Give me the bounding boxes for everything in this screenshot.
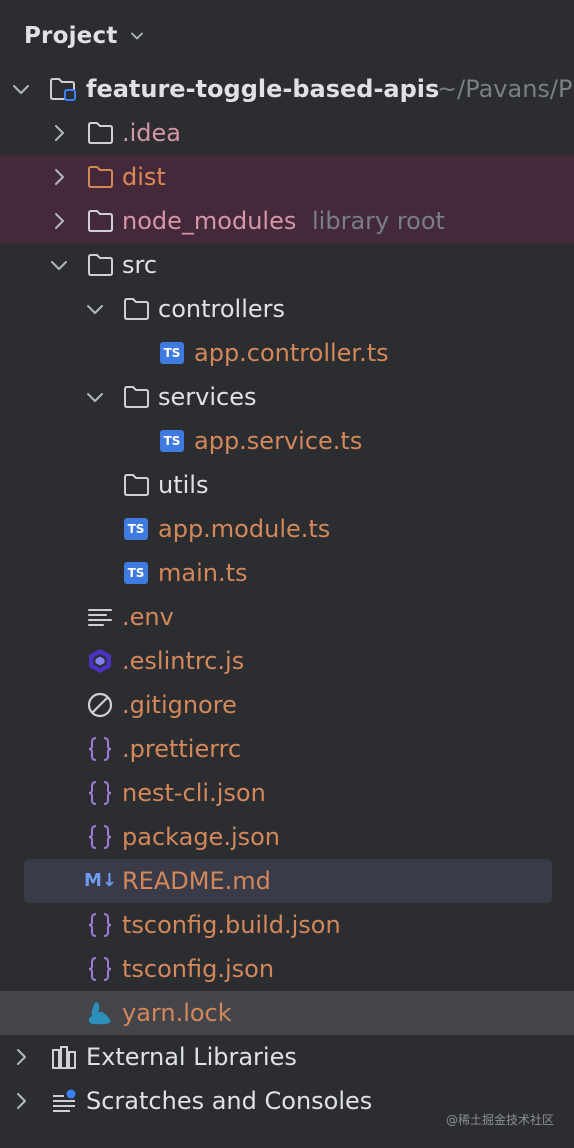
json-file-icon — [88, 913, 112, 937]
yarn-icon — [88, 1002, 111, 1025]
chevron-right-icon[interactable] — [48, 210, 70, 232]
file-name: main.ts — [158, 559, 248, 587]
tree-item-yarn-lock[interactable]: yarn.lock — [0, 991, 574, 1035]
json-file-icon — [88, 781, 112, 805]
folder-icon — [88, 122, 113, 144]
file-name: .env — [122, 603, 174, 631]
tree-item-dist[interactable]: dist — [0, 155, 574, 199]
chevron-down-icon[interactable] — [84, 386, 106, 408]
root-folder-name: feature-toggle-based-apis — [86, 75, 440, 103]
tree-item-nest-cli[interactable]: nest-cli.json — [0, 771, 574, 815]
folder-name: controllers — [158, 295, 285, 323]
markdown-file-icon: M↓ — [84, 870, 117, 891]
file-name: README.md — [122, 867, 271, 895]
tree-item-idea[interactable]: .idea — [0, 111, 574, 155]
tree-item-utils[interactable]: utils — [0, 463, 574, 507]
excluded-folder-icon — [88, 166, 113, 188]
tree-item-services[interactable]: services — [0, 375, 574, 419]
tree-item-src[interactable]: src — [0, 243, 574, 287]
chevron-down-icon — [130, 32, 143, 40]
typescript-file-icon: TS — [124, 518, 148, 540]
chevron-right-icon[interactable] — [10, 1090, 32, 1112]
tree-item-main[interactable]: TS main.ts — [0, 551, 574, 595]
node-name: Scratches and Consoles — [86, 1087, 373, 1115]
chevron-right-icon[interactable] — [10, 1046, 32, 1068]
project-view-selector[interactable]: Project — [24, 18, 144, 54]
tree-item-external-libraries[interactable]: External Libraries — [0, 1035, 574, 1079]
tree-item-app-controller[interactable]: TS app.controller.ts — [0, 331, 574, 375]
typescript-file-icon: TS — [160, 342, 184, 364]
tree-item-controllers[interactable]: controllers — [0, 287, 574, 331]
library-icon — [52, 1046, 76, 1069]
chevron-right-icon[interactable] — [48, 122, 70, 144]
tree-item-gitignore[interactable]: .gitignore — [0, 683, 574, 727]
tree-item-app-module[interactable]: TS app.module.ts — [0, 507, 574, 551]
folder-name: src — [122, 251, 158, 279]
tree-item-package-json[interactable]: package.json — [0, 815, 574, 859]
tree-item-readme[interactable]: M↓ README.md — [0, 859, 574, 903]
tree-item-eslintrc[interactable]: .eslintrc.js — [0, 639, 574, 683]
chevron-down-icon[interactable] — [48, 254, 70, 276]
text-file-icon — [88, 609, 112, 626]
file-name: package.json — [122, 823, 281, 851]
chevron-right-icon[interactable] — [48, 166, 70, 188]
json-file-icon — [88, 957, 112, 981]
folder-name: node_modules — [122, 207, 297, 235]
tree-item-root[interactable]: feature-toggle-based-apis ~/Pavans/P — [0, 67, 574, 111]
typescript-file-icon: TS — [160, 430, 184, 452]
file-name: nest-cli.json — [122, 779, 266, 807]
file-name: .gitignore — [122, 691, 237, 719]
folder-name: utils — [158, 471, 209, 499]
folder-name: dist — [122, 163, 166, 191]
file-name: yarn.lock — [122, 999, 232, 1027]
file-name: tsconfig.json — [122, 955, 275, 983]
module-folder-icon — [50, 78, 76, 101]
root-path-hint: ~/Pavans/P — [437, 75, 573, 103]
tree-item-env[interactable]: .env — [0, 595, 574, 639]
folder-icon — [124, 474, 149, 496]
watermark: @稀土掘金技术社区 — [445, 1113, 554, 1127]
folder-name: services — [158, 383, 257, 411]
folder-icon — [88, 254, 113, 276]
json-file-icon — [88, 737, 112, 761]
folder-name: .idea — [122, 119, 182, 147]
library-root-hint: library root — [312, 207, 445, 235]
tree-item-prettierrc[interactable]: .prettierrc — [0, 727, 574, 771]
file-name: .prettierrc — [122, 735, 242, 763]
node-name: External Libraries — [86, 1043, 297, 1071]
typescript-file-icon: TS — [124, 562, 148, 584]
tree-item-app-service[interactable]: TS app.service.ts — [0, 419, 574, 463]
file-name: .eslintrc.js — [122, 647, 245, 675]
file-name: app.module.ts — [158, 515, 331, 543]
tree-item-tsconfig-build[interactable]: tsconfig.build.json — [0, 903, 574, 947]
folder-icon — [124, 298, 149, 320]
project-view-title: Project — [24, 23, 118, 49]
chevron-down-icon[interactable] — [10, 78, 32, 100]
file-name: app.controller.ts — [194, 339, 389, 367]
folder-icon — [124, 386, 149, 408]
project-tool-window: Project feature-toggle-based-apis ~/Pava… — [0, 0, 574, 1148]
scratches-icon — [53, 1089, 76, 1112]
ignore-file-icon — [87, 692, 113, 718]
chevron-down-icon[interactable] — [84, 298, 106, 320]
eslint-icon — [89, 649, 111, 673]
file-name: app.service.ts — [194, 427, 363, 455]
json-file-icon — [88, 825, 112, 849]
file-name: tsconfig.build.json — [122, 911, 341, 939]
tree-item-node-modules[interactable]: node_modules library root — [0, 199, 574, 243]
folder-icon — [88, 210, 113, 232]
tree-item-tsconfig[interactable]: tsconfig.json — [0, 947, 574, 991]
